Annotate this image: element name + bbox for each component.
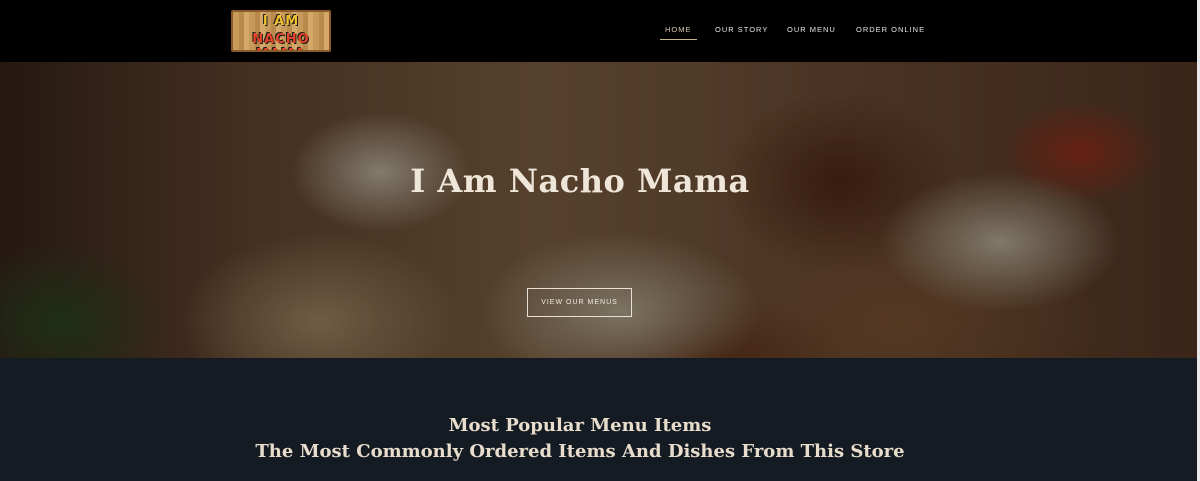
logo-text-line-1: I AM bbox=[262, 14, 300, 29]
top-navbar: I AM NACHO MAMA HOME OUR STORY OUR MENU … bbox=[0, 0, 1200, 62]
hero-title: I Am Nacho Mama bbox=[410, 162, 750, 200]
nav-our-menu-link[interactable]: OUR MENU bbox=[787, 25, 836, 39]
nav-our-story-link[interactable]: OUR STORY bbox=[715, 25, 768, 39]
view-our-menus-label: VIEW OUR MENUS bbox=[541, 299, 618, 306]
nav-order-online-link[interactable]: ORDER ONLINE bbox=[856, 25, 925, 39]
logo-text-line-2: NACHO MAMA bbox=[252, 32, 310, 50]
popular-section-title: Most Popular Menu Items bbox=[448, 415, 712, 436]
site-logo[interactable]: I AM NACHO MAMA bbox=[231, 10, 331, 52]
popular-section-subtitle: The Most Commonly Ordered Items And Dish… bbox=[255, 441, 905, 462]
hero-banner: I Am Nacho Mama VIEW OUR MENUS bbox=[0, 62, 1200, 358]
view-our-menus-button[interactable]: VIEW OUR MENUS bbox=[527, 288, 632, 317]
popular-items-section: Most Popular Menu Items The Most Commonl… bbox=[0, 358, 1200, 481]
nav-home-link[interactable]: HOME bbox=[660, 25, 696, 40]
